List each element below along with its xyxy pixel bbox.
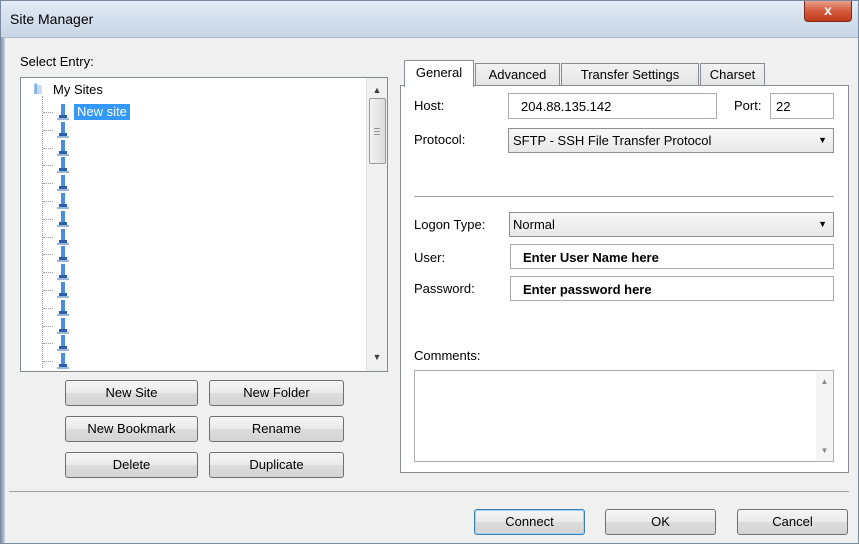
server-icon — [57, 353, 69, 370]
tree-item-site[interactable] — [21, 282, 361, 298]
close-button[interactable]: x — [804, 1, 852, 22]
tree-item-site[interactable] — [21, 353, 361, 370]
server-icon — [57, 228, 69, 245]
server-icon — [57, 121, 69, 138]
tree-connector — [43, 165, 53, 167]
scroll-thumb[interactable]: ─ ─ ─ — [369, 98, 386, 164]
server-icon — [57, 193, 69, 209]
server-icon — [57, 264, 69, 281]
host-input[interactable]: 204.88.135.142 — [508, 93, 717, 119]
tree-root-label: My Sites — [53, 82, 103, 97]
window-title: Site Manager — [10, 11, 94, 27]
tree-item-site[interactable] — [21, 335, 361, 352]
tree-connector — [43, 183, 53, 185]
tree-connector — [43, 307, 53, 309]
site-manager-window: Site Manager x Select Entry: My Sites Ne… — [0, 0, 859, 544]
tree-item-site[interactable] — [21, 246, 361, 263]
tree-connector — [43, 236, 53, 238]
tree-item-site[interactable] — [21, 139, 361, 156]
comments-textarea[interactable]: ▲ ▼ — [414, 370, 834, 462]
comments-label: Comments: — [414, 348, 481, 363]
tree-item-site[interactable] — [21, 121, 361, 138]
comments-scrollbar[interactable]: ▲ ▼ — [816, 371, 833, 461]
password-label: Password: — [414, 281, 475, 296]
tree-item-site[interactable] — [21, 193, 361, 209]
tree-item-site[interactable] — [21, 299, 361, 316]
scroll-up-icon[interactable]: ▲ — [367, 82, 387, 98]
server-icon — [57, 335, 69, 352]
logon-type-value: Normal — [513, 217, 555, 232]
server-icon — [57, 157, 69, 174]
server-icon — [57, 139, 69, 156]
window-left-border — [1, 37, 5, 543]
tab-advanced[interactable]: Advanced — [475, 63, 560, 86]
host-label: Host: — [414, 98, 445, 113]
cancel-button[interactable]: Cancel — [737, 509, 848, 535]
tree-connector — [43, 112, 53, 113]
tree-root-row[interactable]: My Sites — [21, 82, 361, 98]
tree-item-site[interactable] — [21, 228, 361, 245]
tree-item-site[interactable] — [21, 157, 361, 174]
server-icon — [57, 104, 69, 120]
tree-item-site[interactable] — [21, 210, 361, 227]
close-icon: x — [824, 2, 832, 18]
tree-connector — [43, 325, 53, 327]
tree-connector — [43, 290, 53, 291]
protocol-label: Protocol: — [414, 132, 466, 147]
server-icon — [57, 210, 69, 227]
password-input[interactable]: Enter password here — [510, 276, 834, 301]
server-icon — [57, 175, 69, 192]
bottom-divider — [9, 491, 849, 492]
delete-button[interactable]: Delete — [65, 452, 198, 478]
user-label: User: — [414, 250, 446, 265]
tab-general[interactable]: General — [404, 60, 474, 87]
new-bookmark-button[interactable]: New Bookmark — [65, 416, 198, 442]
tree-item-site[interactable] — [21, 264, 361, 281]
tree-item-site[interactable] — [21, 175, 361, 192]
port-label: Port: — [734, 98, 762, 113]
new-site-button[interactable]: New Site — [65, 380, 198, 406]
rename-button[interactable]: Rename — [209, 416, 344, 442]
server-icon — [57, 317, 69, 334]
logon-type-label: Logon Type: — [414, 217, 486, 232]
tree-connector — [43, 343, 53, 345]
divider — [414, 196, 834, 197]
tree-connector — [43, 129, 53, 131]
tab-transfer-settings[interactable]: Transfer Settings — [561, 63, 699, 86]
site-tree[interactable]: My Sites New site ▲ ─ ─ ─ ▼ — [20, 77, 388, 372]
logon-type-select[interactable]: Normal ▼ — [509, 212, 834, 237]
connect-button[interactable]: Connect — [474, 509, 585, 535]
tree-item-new-site[interactable]: New site — [21, 104, 361, 120]
port-input[interactable]: 22 — [770, 93, 834, 119]
title-bar[interactable]: Site Manager x — [1, 1, 858, 38]
duplicate-button[interactable]: Duplicate — [209, 452, 344, 478]
tree-connector — [43, 218, 53, 220]
tree-connector — [43, 361, 53, 363]
server-icon — [57, 246, 69, 263]
server-icon — [57, 282, 69, 298]
tab-charset[interactable]: Charset — [700, 63, 765, 86]
tree-connector — [43, 254, 53, 256]
ok-button[interactable]: OK — [605, 509, 716, 535]
user-input[interactable]: Enter User Name here — [510, 244, 834, 269]
select-entry-label: Select Entry: — [20, 54, 94, 69]
chevron-down-icon: ▼ — [818, 135, 827, 145]
server-icon — [57, 299, 69, 316]
tree-connector — [43, 201, 53, 202]
grip-icon: ─ ─ ─ — [374, 124, 380, 139]
tree-scrollbar[interactable]: ▲ ─ ─ ─ ▼ — [366, 78, 387, 371]
tree-connector — [43, 272, 53, 274]
protocol-select[interactable]: SFTP - SSH File Transfer Protocol ▼ — [508, 128, 834, 153]
tree-item-site[interactable] — [21, 317, 361, 334]
scroll-down-icon[interactable]: ▼ — [816, 446, 833, 455]
tree-item-selected-label: New site — [74, 104, 130, 120]
protocol-value: SFTP - SSH File Transfer Protocol — [513, 133, 712, 148]
tree-connector — [43, 147, 53, 149]
chevron-down-icon: ▼ — [818, 219, 827, 229]
folder-icon — [34, 83, 42, 94]
scroll-down-icon[interactable]: ▼ — [367, 349, 387, 365]
scroll-up-icon[interactable]: ▲ — [816, 377, 833, 386]
site-tree-content: My Sites New site — [21, 78, 365, 371]
new-folder-button[interactable]: New Folder — [209, 380, 344, 406]
